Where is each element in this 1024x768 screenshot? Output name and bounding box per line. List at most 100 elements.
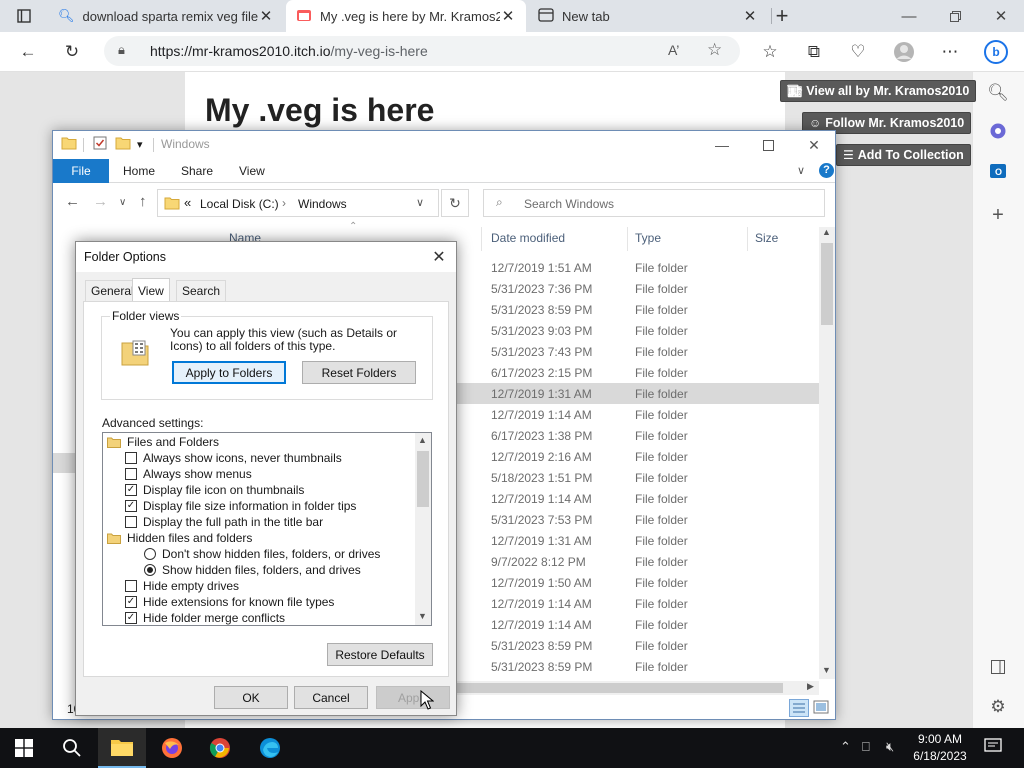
restore-defaults-button[interactable]: Restore Defaults [327,643,433,666]
favorite-star-icon[interactable]: ☆ [707,40,722,60]
restore-icon[interactable] [932,0,978,32]
close-window-icon[interactable]: ✕ [791,131,837,159]
file-row[interactable]: 6/17/2023 1:38 PM File folder [457,425,819,446]
file-row[interactable]: 5/31/2023 8:59 PM File folder [457,299,819,320]
refresh-icon[interactable]: ↻ [441,189,469,217]
file-row[interactable]: 12/7/2019 1:14 AM File folder [457,404,819,425]
breadcrumb-overflow[interactable]: « [184,195,191,210]
search-icon[interactable] [48,728,96,768]
search-icon[interactable]: 🔍︎ [985,80,1011,106]
refresh-icon[interactable]: ↻ [58,38,86,66]
scroll-down-icon[interactable]: ▼ [822,665,831,675]
tree-checkbox-option[interactable]: ✓ Display file icon on thumbnails [103,482,415,498]
scroll-thumb[interactable] [821,243,833,325]
cancel-button[interactable]: Cancel [294,686,368,709]
close-tab-icon[interactable]: ✕ [258,7,274,25]
tree-scrollbar[interactable]: ▲ ▼ [415,433,431,625]
back-icon[interactable]: ← [14,38,42,66]
new-tab-button[interactable]: + [768,2,796,30]
breadcrumb-windows[interactable]: Windows [298,197,347,211]
profile-avatar[interactable] [890,38,918,66]
edge-icon[interactable] [246,728,294,768]
tree-radio-option[interactable]: Don't show hidden files, folders, or dri… [103,546,415,562]
file-row[interactable]: 5/31/2023 9:03 PM File folder [457,320,819,341]
ribbon-tab-share[interactable]: Share [167,159,227,183]
help-icon[interactable]: ? [819,163,834,178]
file-row[interactable]: 12/7/2019 1:51 AM File folder [457,257,819,278]
performance-icon[interactable]: ♡ [844,38,872,66]
qa-dropdown-icon[interactable]: ▾ [137,138,143,151]
close-icon[interactable]: ✕ [428,246,450,268]
details-view-icon[interactable] [789,699,809,717]
file-row[interactable]: 12/7/2019 1:50 AM File folder [457,572,819,593]
vertical-scrollbar[interactable]: ▲ ▼ [819,227,835,679]
tab-actions-icon[interactable] [10,2,38,30]
recent-locations-icon[interactable]: ∨ [119,197,126,208]
file-row[interactable]: 12/7/2019 1:14 AM File folder [457,488,819,509]
large-icons-view-icon[interactable] [813,700,829,717]
properties-icon[interactable] [93,136,107,153]
file-row[interactable]: 5/31/2023 8:59 PM File folder [457,635,819,656]
browser-tab-new[interactable]: New tab ✕ [528,0,768,32]
taskbar-clock[interactable]: 9:00 AM 6/18/2023 [905,731,975,765]
horizontal-scrollbar[interactable]: ▶ [457,681,819,695]
office-icon[interactable] [985,118,1011,144]
checkbox-empty-icon[interactable] [125,468,137,480]
file-row[interactable]: 5/31/2023 7:36 PM File folder [457,278,819,299]
explorer-address-bar[interactable]: « Local Disk (C:) › Windows ∨ [157,189,439,217]
forward-icon[interactable]: → [93,193,108,210]
ribbon-tab-file[interactable]: File [53,159,109,183]
network-icon[interactable]: ⎕ [862,739,870,755]
tree-checkbox-option[interactable]: ✓ Hide folder merge conflicts [103,610,415,625]
tree-checkbox-option[interactable]: Always show icons, never thumbnails [103,450,415,466]
file-row[interactable]: 6/17/2023 2:15 PM File folder [457,362,819,383]
bing-copilot-icon[interactable]: b [982,38,1010,66]
ribbon-expand-icon[interactable]: ∨ [797,164,805,177]
file-row[interactable]: 12/7/2019 1:14 AM File folder [457,593,819,614]
scroll-up-icon[interactable]: ▲ [822,227,831,237]
checkbox-checked-icon[interactable]: ✓ [125,500,137,512]
file-row[interactable]: 5/18/2023 1:51 PM File folder [457,467,819,488]
scroll-up-icon[interactable]: ▲ [418,435,427,445]
column-date-modified[interactable]: Date modified [491,231,565,245]
browser-tab-search[interactable]: 🔍︎ download sparta remix veg file - ✕ [48,0,284,32]
minimize-icon[interactable]: — [886,0,932,32]
file-row[interactable]: 5/31/2023 7:53 PM File folder [457,509,819,530]
checkbox-checked-icon[interactable]: ✓ [125,596,137,608]
file-row[interactable]: 5/31/2023 7:43 PM File folder [457,341,819,362]
browser-tab-itch[interactable]: My .veg is here by Mr. Kramos20 ✕ [286,0,526,32]
file-explorer-taskbar-icon[interactable] [98,728,146,768]
outlook-icon[interactable]: O [985,158,1011,184]
ribbon-tab-home[interactable]: Home [109,159,169,183]
address-dropdown-icon[interactable]: ∨ [416,196,424,209]
close-tab-icon[interactable]: ✕ [742,7,758,25]
minimize-icon[interactable]: — [699,131,745,159]
radio-selected-icon[interactable] [144,564,156,576]
scroll-thumb[interactable] [457,683,783,693]
chrome-icon[interactable] [196,728,244,768]
file-row[interactable]: 9/7/2022 8:12 PM File folder [457,551,819,572]
tree-checkbox-option[interactable]: Hide empty drives [103,578,415,594]
lock-icon[interactable]: 🔒︎ [118,42,125,58]
tree-radio-option[interactable]: Show hidden files, folders, and drives [103,562,415,578]
file-row[interactable]: 12/7/2019 2:16 AM File folder [457,446,819,467]
file-row[interactable]: 12/7/2019 1:31 AM File folder [457,530,819,551]
favorites-icon[interactable]: ☆ [756,38,784,66]
radio-empty-icon[interactable] [144,548,156,560]
ok-button[interactable]: OK [214,686,288,709]
sidebar-toggle-icon[interactable] [985,654,1011,680]
breadcrumb-separator[interactable]: › [282,196,286,210]
show-hidden-icons-icon[interactable]: ⌃ [840,739,851,755]
tree-checkbox-option[interactable]: Display the full path in the title bar [103,514,415,530]
advanced-settings-tree[interactable]: Files and Folders Always show icons, neve… [102,432,432,626]
settings-gear-icon[interactable]: ⚙ [985,694,1011,720]
scroll-thumb[interactable] [417,451,429,507]
start-button[interactable] [0,728,48,768]
ribbon-tab-view[interactable]: View [225,159,279,183]
volume-muted-icon[interactable]: 🔇︎ [886,739,894,755]
reset-folders-button[interactable]: Reset Folders [302,361,416,384]
apply-to-folders-button[interactable]: Apply to Folders [172,361,286,384]
file-row[interactable]: 5/31/2023 8:59 PM File folder [457,656,819,677]
up-icon[interactable]: ↑ [139,193,147,210]
firefox-icon[interactable] [148,728,196,768]
